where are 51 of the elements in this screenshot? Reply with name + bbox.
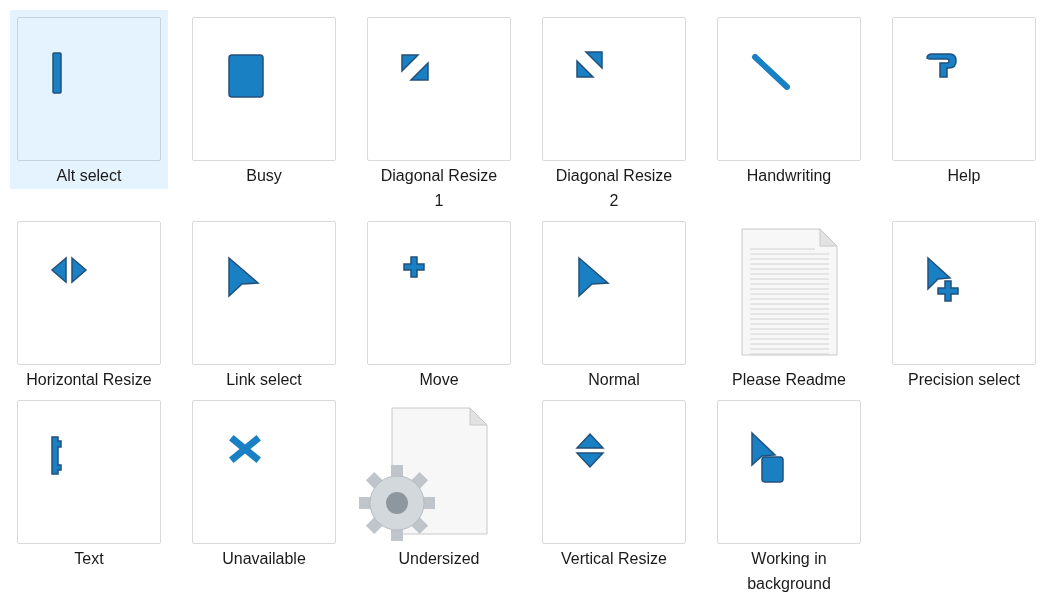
file-tile[interactable]: Help (885, 10, 1043, 189)
file-tile[interactable]: Vertical Resize (535, 393, 693, 572)
pen-icon (752, 54, 790, 90)
file-tile[interactable]: Undersized (360, 393, 518, 572)
diagonal-resize-icon (401, 54, 429, 81)
busy-cursor-icon (228, 54, 264, 98)
diagonal-resize-icon (576, 51, 603, 78)
file-name: Busy (245, 166, 283, 186)
file-name: Diagonal Resize 1 (379, 166, 499, 211)
file-name: Horizontal Resize (25, 370, 153, 390)
help-icon (926, 53, 957, 78)
file-name: Unavailable (221, 549, 307, 569)
file-name: Normal (587, 370, 641, 390)
file-tile[interactable]: Diagonal Resize 1 (360, 10, 518, 214)
arrow-cursor-icon (578, 256, 610, 298)
file-tile[interactable]: Move (360, 214, 518, 393)
file-name: Undersized (397, 549, 481, 569)
file-tile[interactable]: Precision select (885, 214, 1043, 393)
file-tile[interactable]: Alt select (10, 10, 168, 189)
text-cursor-icon (52, 52, 62, 94)
file-tile[interactable]: Working in background (710, 393, 868, 597)
file-name: Text (73, 549, 105, 569)
unavailable-icon (230, 436, 260, 462)
file-name: Diagonal Resize 2 (554, 166, 674, 211)
text-cursor-icon (51, 436, 62, 475)
document-icon (741, 228, 838, 356)
file-tile[interactable]: Horizontal Resize (10, 214, 168, 393)
file-tile[interactable]: Link select (185, 214, 343, 393)
precision-cursor-icon (927, 256, 959, 302)
file-name: Link select (225, 370, 303, 390)
file-name: Handwriting (745, 166, 833, 186)
arrow-cursor-icon (228, 256, 260, 298)
move-icon (403, 256, 425, 278)
file-name: Help (946, 166, 982, 186)
file-tile[interactable]: Unavailable (185, 393, 343, 572)
file-tile[interactable]: Please Readme (710, 214, 868, 393)
file-name: Precision select (906, 370, 1021, 390)
file-name: Please Readme (731, 370, 847, 390)
file-tile[interactable]: Busy (185, 10, 343, 189)
horizontal-resize-icon (50, 256, 88, 284)
file-tile[interactable]: Diagonal Resize 2 (535, 10, 693, 214)
file-tile[interactable]: Normal (535, 214, 693, 393)
file-tile[interactable]: Text (10, 393, 168, 572)
file-name: Working in background (746, 549, 832, 594)
file-name: Move (418, 370, 460, 390)
file-name: Alt select (55, 166, 123, 186)
file-name: Vertical Resize (560, 549, 668, 569)
vertical-resize-icon (575, 432, 605, 469)
file-tile[interactable]: Handwriting (710, 10, 868, 189)
gear-icon (359, 465, 435, 541)
working-cursor-icon (751, 431, 784, 483)
